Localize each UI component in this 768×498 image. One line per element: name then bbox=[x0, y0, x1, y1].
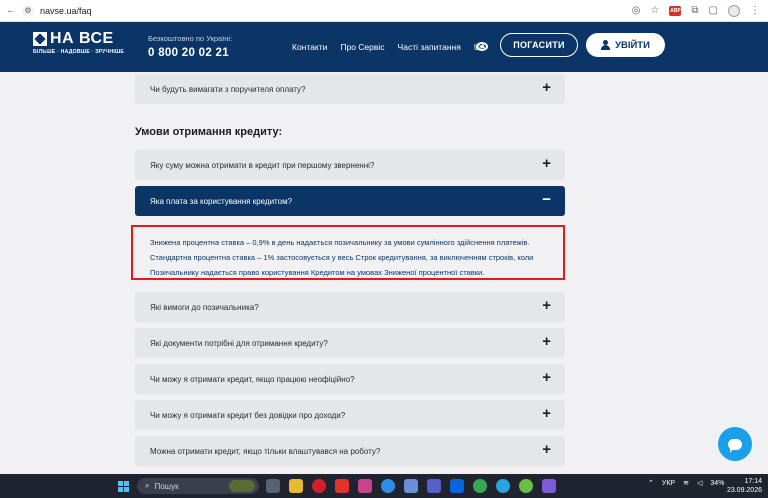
puzzle-icon[interactable]: ⧉ bbox=[691, 5, 698, 16]
dropbox-icon[interactable] bbox=[450, 479, 464, 493]
logo-text: НА ВСЕ bbox=[50, 30, 114, 47]
phone-caption: Безкоштовно по Україні: bbox=[148, 34, 233, 43]
address-bar[interactable]: navse.ua/faq bbox=[40, 6, 92, 16]
browser-toolbar: ← ⚙ navse.ua/faq ◎ ☆ ABP ⧉ ▢ ⋮ bbox=[0, 0, 768, 22]
teams-icon[interactable] bbox=[427, 479, 441, 493]
back-arrow-icon[interactable]: ← bbox=[6, 5, 16, 16]
minus-icon[interactable]: − bbox=[542, 192, 551, 207]
faq-item-documents[interactable]: Які документи потрібні для отримання кре… bbox=[135, 328, 565, 358]
faq-question: Чи будуть вимагати з поручителя оплату? bbox=[150, 84, 306, 94]
plus-icon[interactable]: + bbox=[542, 370, 551, 385]
answer-line: Знижена процентна ставка – 0,9% в день н… bbox=[150, 238, 530, 247]
faq-question: Які вимоги до позичальника? bbox=[150, 302, 259, 312]
user-icon bbox=[601, 40, 611, 50]
search-highlight-icon bbox=[229, 480, 255, 492]
faq-item-new-job[interactable]: Можна отримати кредит, якщо тільки влашт… bbox=[135, 436, 565, 466]
faq-question: Чи можу я отримати кредит без довідки пр… bbox=[150, 410, 346, 420]
accessibility-eye-icon[interactable] bbox=[476, 42, 488, 51]
section-title: Умови отримання кредиту: bbox=[135, 126, 283, 138]
sidebar-icon[interactable]: ▢ bbox=[709, 5, 718, 16]
faq-item-requirements[interactable]: Які вимоги до позичальника? + bbox=[135, 292, 565, 322]
viber-icon[interactable] bbox=[542, 479, 556, 493]
logo-mark-icon bbox=[33, 32, 47, 46]
answer-line: Позичальнику надається право користуванн… bbox=[150, 268, 485, 277]
plus-icon[interactable]: + bbox=[542, 406, 551, 421]
telegram-icon[interactable] bbox=[496, 479, 510, 493]
faq-question: Чи можу я отримати кредит, якщо працюю н… bbox=[150, 374, 355, 384]
plus-icon[interactable]: + bbox=[542, 80, 551, 95]
faq-item-fee[interactable]: Яка плата за користування кредитом? − bbox=[135, 186, 565, 216]
taskbar-clock[interactable]: 17:14 23.09.2026 bbox=[727, 477, 762, 495]
faq-answer-highlighted: Знижена процентна ставка – 0,9% в день н… bbox=[131, 225, 565, 280]
faq-item-first-amount[interactable]: Яку суму можна отримати в кредит при пер… bbox=[135, 150, 565, 180]
site-info-icon[interactable]: ⚙ bbox=[22, 4, 34, 17]
star-icon[interactable]: ☆ bbox=[650, 5, 659, 16]
phone-block: Безкоштовно по Україні: 0 800 20 02 21 bbox=[148, 34, 232, 59]
search-icon: ⌕ bbox=[145, 481, 150, 490]
windows-taskbar: ⌕ Пошук ⌃ УКР ≋ ◁ 34% 17:14 23.09.2026 bbox=[0, 474, 768, 498]
battery-level[interactable]: 34% bbox=[710, 480, 724, 487]
login-label: УВІЙТИ bbox=[615, 39, 650, 51]
language-indicator[interactable]: УКР bbox=[662, 480, 675, 487]
task-view-icon[interactable] bbox=[266, 479, 280, 493]
clock-time: 17:14 bbox=[744, 478, 762, 485]
chrome-icon[interactable] bbox=[473, 479, 487, 493]
taskbar-search[interactable]: ⌕ Пошук bbox=[137, 478, 259, 494]
faq-question: Яку суму можна отримати в кредит при пер… bbox=[150, 160, 375, 170]
taskbar-apps bbox=[266, 479, 556, 493]
search-placeholder: Пошук bbox=[154, 481, 179, 491]
pay-button[interactable]: ПОГАСИТИ bbox=[500, 33, 578, 57]
opera-icon[interactable] bbox=[312, 479, 326, 493]
login-button[interactable]: УВІЙТИ bbox=[586, 33, 665, 57]
plus-icon[interactable]: + bbox=[542, 334, 551, 349]
faq-question: Які документи потрібні для отримання кре… bbox=[150, 338, 328, 348]
site-header: НА ВСЕ БІЛЬШЕ · НАДОВШЕ · ЗРУЧНІШЕ Безко… bbox=[0, 22, 768, 72]
chat-button[interactable] bbox=[718, 427, 752, 461]
chat-bubble-icon bbox=[728, 438, 742, 453]
volume-icon[interactable]: ◁ bbox=[697, 479, 702, 487]
windows-start-icon[interactable] bbox=[118, 481, 129, 492]
nav-about[interactable]: Про Сервіс bbox=[340, 42, 384, 52]
app-green-icon[interactable] bbox=[519, 479, 533, 493]
faq-item-no-income-proof[interactable]: Чи можу я отримати кредит без довідки пр… bbox=[135, 400, 565, 430]
answer-line: Стандартна процентна ставка – 1% застосо… bbox=[150, 253, 534, 262]
faq-item-unofficial-work[interactable]: Чи можу я отримати кредит, якщо працюю н… bbox=[135, 364, 565, 394]
main-nav: Контакти Про Сервіс Часті запитання UA bbox=[292, 42, 486, 52]
phone-number[interactable]: 0 800 20 02 21 bbox=[148, 47, 232, 59]
extension-icon[interactable]: ABP bbox=[669, 5, 682, 16]
site-logo[interactable]: НА ВСЕ БІЛЬШЕ · НАДОВШЕ · ЗРУЧНІШЕ bbox=[33, 30, 133, 55]
faq-question: Яка плата за користування кредитом? bbox=[150, 196, 293, 206]
edge-icon[interactable] bbox=[381, 479, 395, 493]
plus-icon[interactable]: + bbox=[542, 298, 551, 313]
photos-icon[interactable] bbox=[404, 479, 418, 493]
faq-item-guarantor[interactable]: Чи будуть вимагати з поручителя оплату? … bbox=[135, 74, 565, 104]
eye-off-icon[interactable]: ◎ bbox=[632, 5, 641, 16]
wifi-icon[interactable]: ≋ bbox=[683, 479, 689, 487]
profile-avatar-icon[interactable] bbox=[728, 4, 740, 17]
nav-faq[interactable]: Часті запитання bbox=[398, 42, 461, 52]
app-l-icon[interactable] bbox=[335, 479, 349, 493]
nav-contacts[interactable]: Контакти bbox=[292, 42, 327, 52]
faq-question: Можна отримати кредит, якщо тільки влашт… bbox=[150, 446, 381, 456]
file-explorer-icon[interactable] bbox=[289, 479, 303, 493]
system-tray: ⌃ УКР ≋ ◁ 34% bbox=[648, 479, 724, 488]
plus-icon[interactable]: + bbox=[542, 442, 551, 457]
menu-dots-icon[interactable]: ⋮ bbox=[750, 5, 760, 16]
chevron-up-icon[interactable]: ⌃ bbox=[648, 479, 654, 487]
clock-date: 23.09.2026 bbox=[726, 487, 762, 494]
app-colorful-icon[interactable] bbox=[358, 479, 372, 493]
plus-icon[interactable]: + bbox=[542, 156, 551, 171]
logo-tagline: БІЛЬШЕ · НАДОВШЕ · ЗРУЧНІШЕ bbox=[33, 49, 125, 55]
